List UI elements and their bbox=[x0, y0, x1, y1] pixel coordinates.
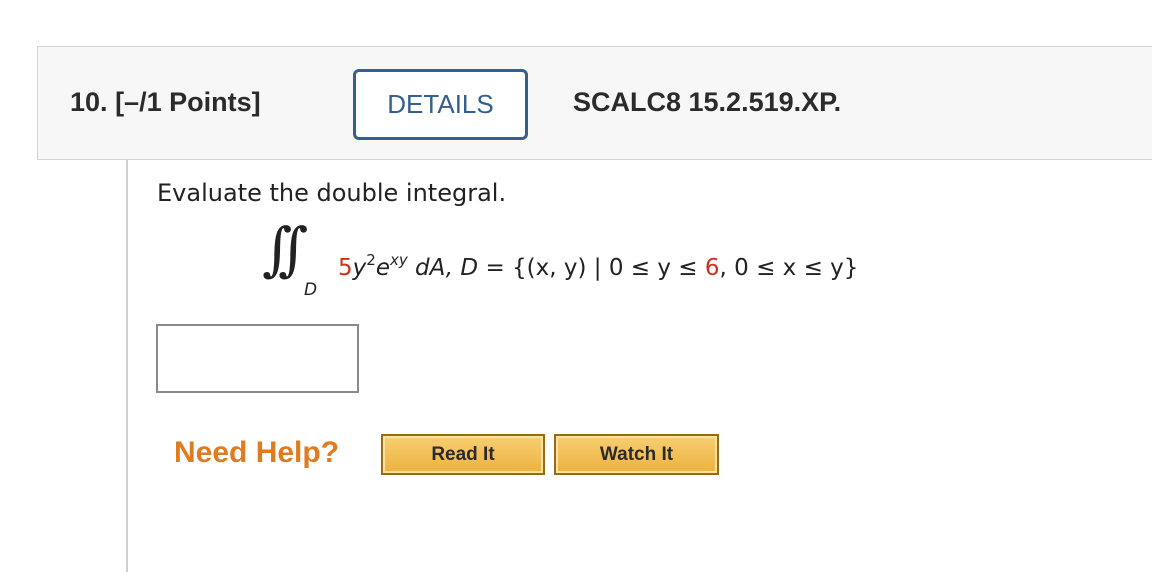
double-integral-icon: ∫ ∫ D bbox=[262, 220, 342, 311]
integral-expression: 5y2exy dA, D = {(x, y) | 0 ≤ y ≤ 6, 0 ≤ … bbox=[338, 253, 859, 282]
answer-input[interactable] bbox=[156, 324, 359, 393]
question-header: 10. [–/1 Points] DETAILS SCALC8 15.2.519… bbox=[37, 46, 1152, 160]
need-help-label: Need Help? bbox=[174, 436, 340, 469]
watch-it-button[interactable]: Watch It bbox=[554, 434, 719, 475]
region-set-open: = {(x, y) | 0 ≤ y ≤ bbox=[478, 255, 705, 281]
question-code: SCALC8 15.2.519.XP. bbox=[573, 87, 842, 117]
question-points: [–/1 Points] bbox=[115, 87, 261, 117]
question-body-divider bbox=[126, 160, 128, 572]
read-it-button[interactable]: Read It bbox=[381, 434, 545, 475]
differential-and-region: dA, D bbox=[415, 255, 479, 281]
details-button[interactable]: DETAILS bbox=[353, 69, 528, 140]
problem-prompt: Evaluate the double integral. bbox=[157, 179, 507, 207]
integrand-e: e bbox=[375, 255, 390, 281]
integrand-y: y bbox=[352, 255, 367, 281]
question-number-points: 10. [–/1 Points] bbox=[70, 87, 261, 118]
integrand-y-exponent: 2 bbox=[366, 251, 376, 269]
integrand-coefficient: 5 bbox=[338, 255, 353, 281]
region-upper-bound: 6 bbox=[704, 255, 720, 281]
region-set-close: , 0 ≤ x ≤ y} bbox=[719, 255, 859, 281]
integrand-e-exponent: xy bbox=[389, 251, 408, 269]
integral-sign-inner: ∫ bbox=[278, 215, 309, 283]
question-number: 10. bbox=[70, 87, 108, 117]
integral-region-subscript: D bbox=[304, 280, 318, 300]
